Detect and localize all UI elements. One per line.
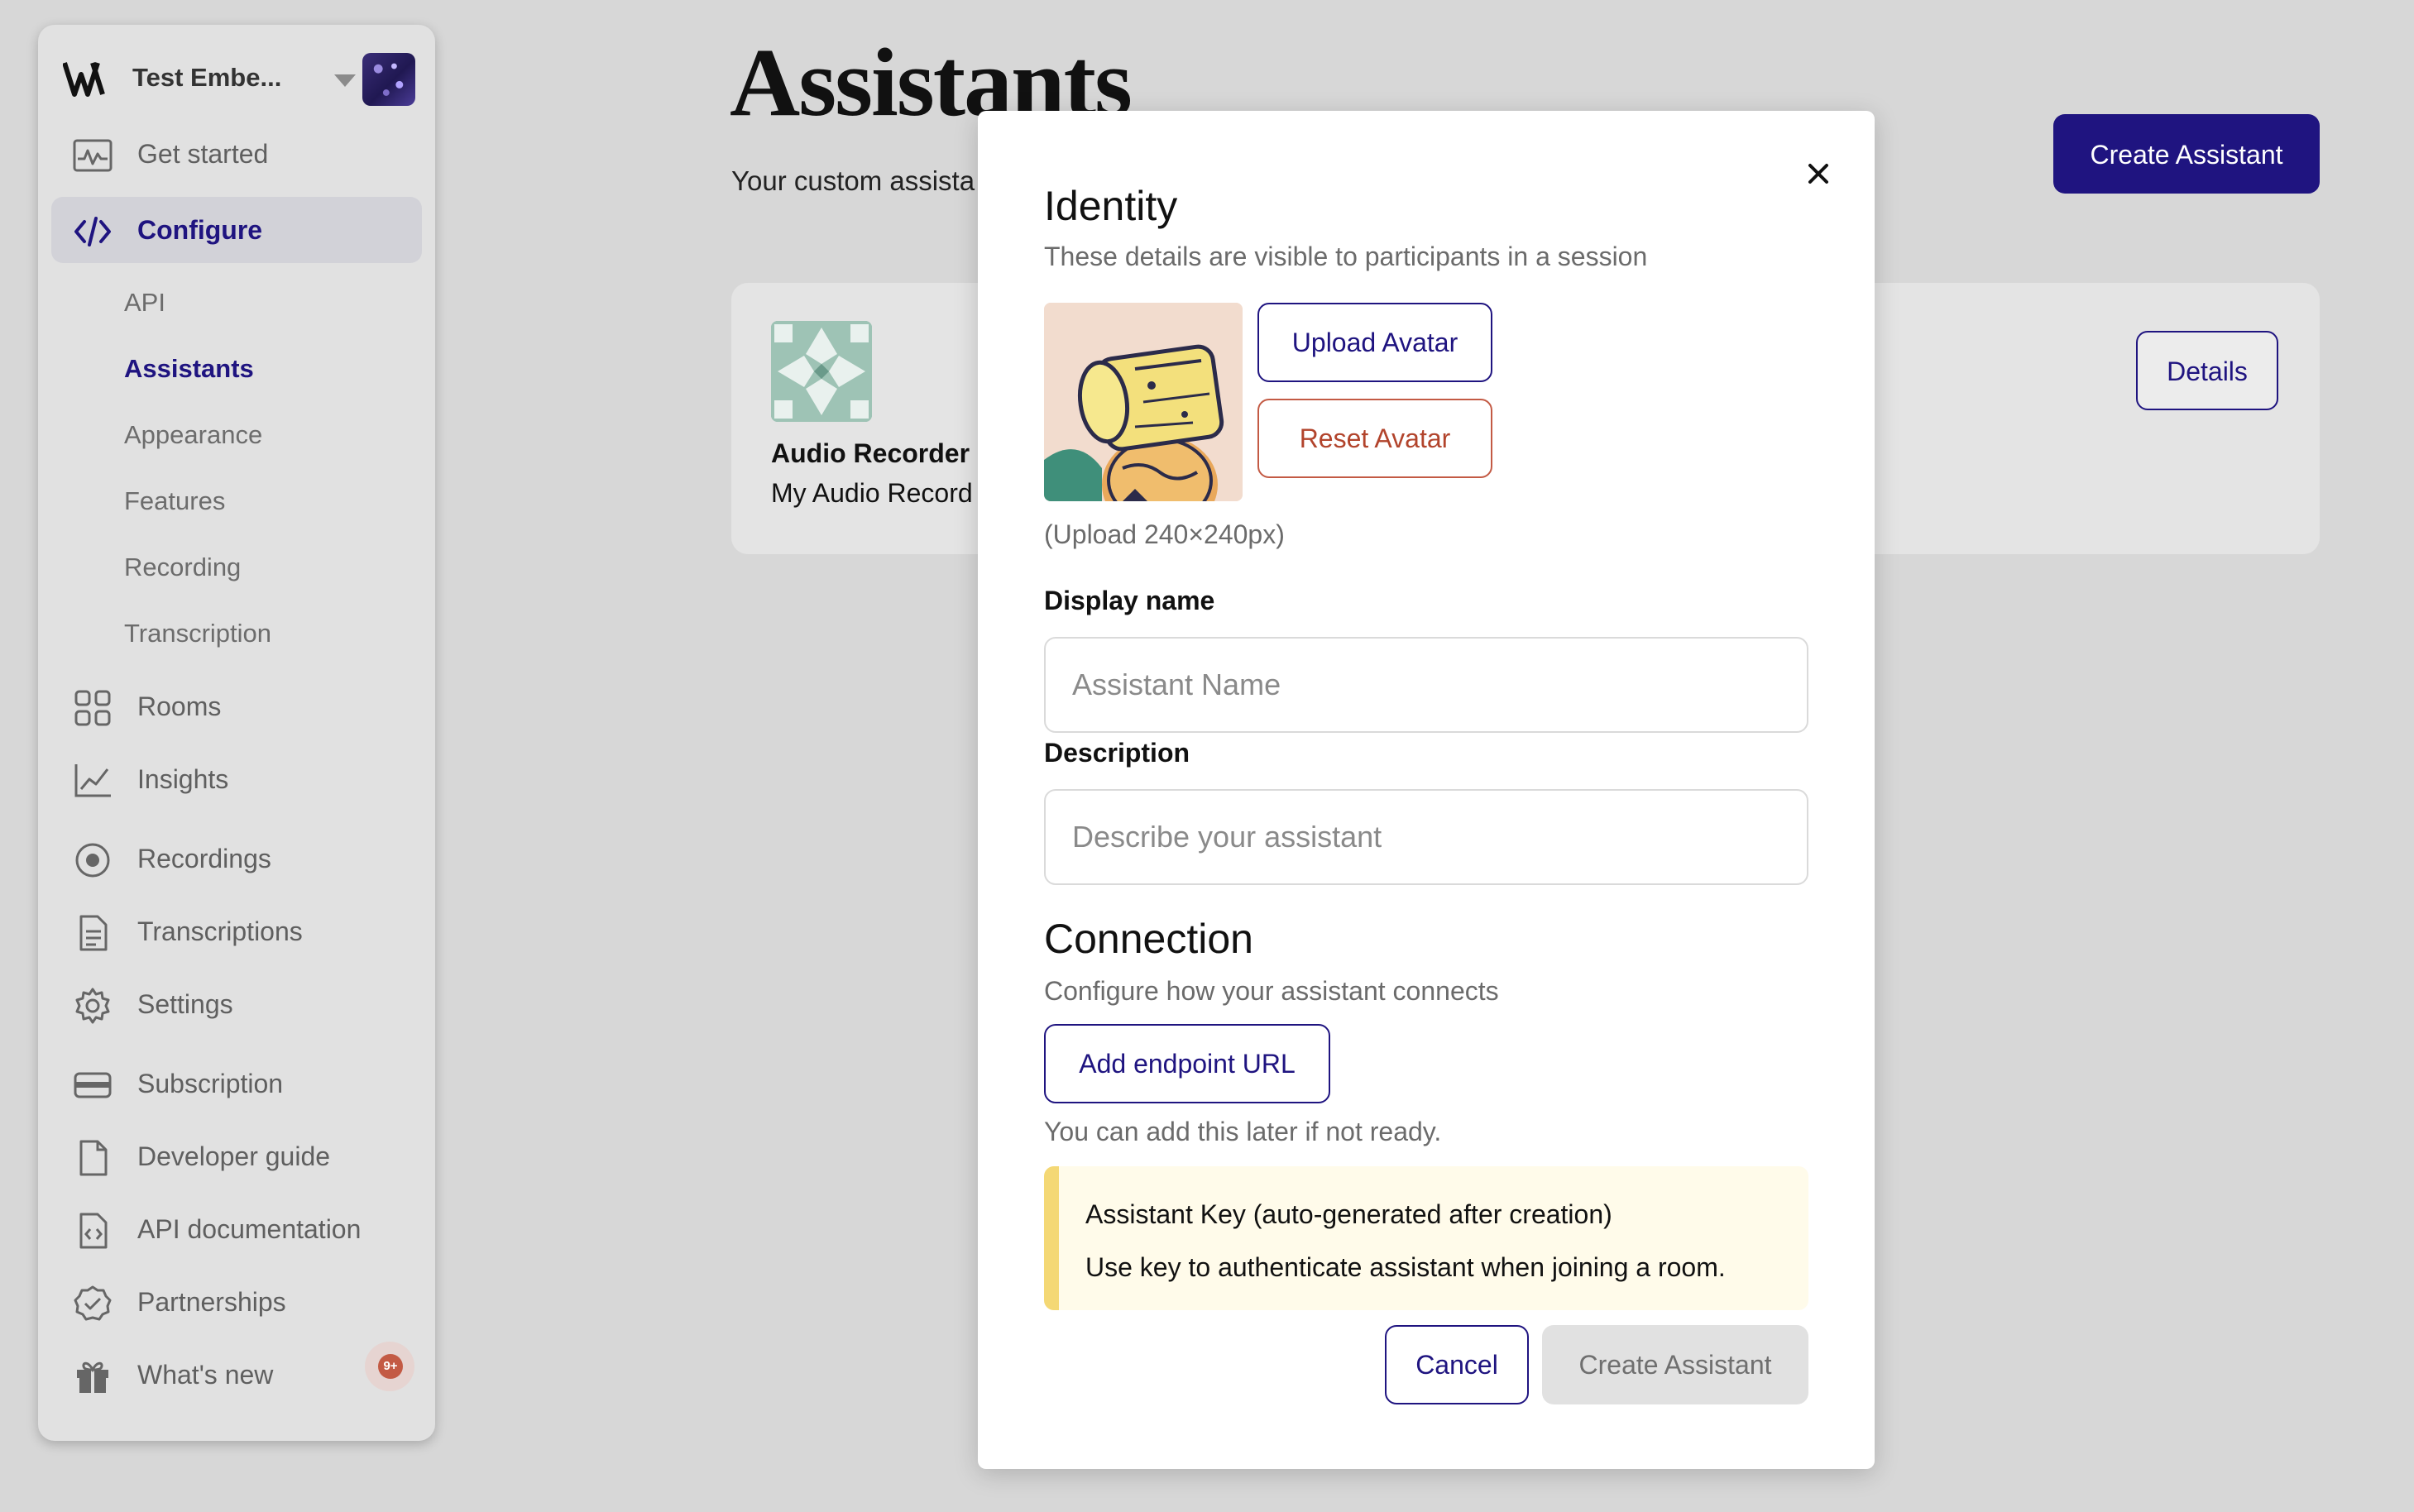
badge-check-icon	[74, 1285, 112, 1321]
create-assistant-button[interactable]: Create Assistant	[2053, 114, 2320, 194]
activity-chart-icon	[73, 139, 113, 172]
chevron-down-icon[interactable]	[334, 74, 356, 87]
notice-body: Use key to authenticate assistant when j…	[1085, 1252, 1726, 1282]
sidebar-item-label: What's new	[137, 1360, 274, 1390]
sidebar-item-insights[interactable]: Insights	[51, 746, 422, 812]
line-chart-icon	[74, 764, 111, 797]
assistant-description: My Audio Record	[771, 478, 973, 508]
workspace-avatar[interactable]	[362, 53, 415, 106]
subitem-assistants[interactable]: Assistants	[124, 354, 254, 384]
record-icon	[75, 843, 110, 878]
sidebar-item-label: Developer guide	[137, 1141, 331, 1171]
sidebar-item-subscription[interactable]: Subscription	[51, 1050, 422, 1117]
notice-accent-bar	[1044, 1166, 1059, 1310]
endpoint-hint: You can add this later if not ready.	[1044, 1117, 1442, 1146]
workspace-name: Test Embe...	[132, 63, 282, 92]
assistant-avatar-preview	[1044, 303, 1243, 501]
create-assistant-modal: Identity These details are visible to pa…	[978, 111, 1875, 1469]
sidebar-item-rooms[interactable]: Rooms	[51, 673, 422, 739]
identity-heading: Identity	[1044, 183, 1178, 229]
page-subtitle: Your custom assista	[731, 165, 975, 196]
notification-badge: 9+	[365, 1342, 414, 1391]
sidebar-item-api-documentation[interactable]: API documentation	[51, 1196, 422, 1262]
workspace-switcher[interactable]: Test Embe...	[63, 46, 415, 108]
code-file-icon	[79, 1213, 108, 1249]
document-icon	[79, 915, 108, 951]
sidebar-item-label: Get started	[137, 139, 269, 169]
notice-title: Assistant Key (auto-generated after crea…	[1085, 1199, 1612, 1229]
connection-subheading: Configure how your assistant connects	[1044, 976, 1499, 1006]
sidebar-item-settings[interactable]: Settings	[51, 971, 422, 1037]
sidebar-item-label: Configure	[137, 215, 263, 245]
cancel-button[interactable]: Cancel	[1385, 1325, 1529, 1404]
assistant-key-notice: Assistant Key (auto-generated after crea…	[1044, 1166, 1808, 1310]
identity-subheading: These details are visible to participant…	[1044, 242, 1648, 271]
sidebar-item-label: API documentation	[137, 1214, 362, 1244]
sidebar: Test Embe... Get started Configure API A…	[38, 25, 435, 1441]
add-endpoint-url-button[interactable]: Add endpoint URL	[1044, 1024, 1330, 1103]
details-button[interactable]: Details	[2136, 331, 2278, 410]
sidebar-item-label: Insights	[137, 764, 229, 794]
gift-icon	[77, 1361, 108, 1393]
sidebar-item-recordings[interactable]: Recordings	[51, 825, 422, 892]
avatar-illustration	[1044, 303, 1243, 501]
sidebar-item-label: Transcriptions	[137, 916, 303, 946]
sidebar-item-transcriptions[interactable]: Transcriptions	[51, 898, 422, 964]
grid-icon	[74, 690, 111, 726]
sidebar-item-label: Settings	[137, 989, 233, 1019]
notification-count: 9+	[378, 1354, 403, 1379]
upload-avatar-button[interactable]: Upload Avatar	[1257, 303, 1492, 382]
subitem-api[interactable]: API	[124, 288, 165, 318]
subitem-appearance[interactable]: Appearance	[124, 420, 262, 450]
code-icon	[74, 217, 111, 246]
subitem-recording[interactable]: Recording	[124, 553, 241, 582]
sidebar-item-configure[interactable]: Configure	[51, 197, 422, 263]
sidebar-item-get-started[interactable]: Get started	[51, 121, 422, 187]
subitem-features[interactable]: Features	[124, 486, 225, 516]
reset-avatar-button[interactable]: Reset Avatar	[1257, 399, 1492, 478]
sidebar-item-label: Subscription	[137, 1069, 284, 1098]
description-label: Description	[1044, 738, 1190, 768]
assistant-name: Audio Recorder	[771, 438, 970, 468]
subitem-transcription[interactable]: Transcription	[124, 619, 271, 648]
sidebar-item-developer-guide[interactable]: Developer guide	[51, 1123, 422, 1189]
description-input[interactable]	[1044, 789, 1808, 885]
file-icon	[79, 1140, 108, 1176]
display-name-label: Display name	[1044, 586, 1215, 615]
sidebar-item-label: Partnerships	[137, 1287, 286, 1317]
credit-card-icon	[74, 1072, 112, 1098]
gear-icon	[75, 988, 110, 1024]
assistant-avatar	[771, 321, 872, 422]
upload-hint: (Upload 240×240px)	[1044, 519, 1285, 549]
sidebar-item-label: Recordings	[137, 844, 271, 873]
sidebar-item-label: Rooms	[137, 691, 222, 721]
close-icon[interactable]	[1799, 154, 1838, 194]
create-assistant-submit-button[interactable]: Create Assistant	[1542, 1325, 1808, 1404]
sidebar-item-partnerships[interactable]: Partnerships	[51, 1269, 422, 1335]
display-name-input[interactable]	[1044, 637, 1808, 733]
connection-heading: Connection	[1044, 916, 1253, 962]
whereby-logo-icon	[63, 62, 105, 97]
